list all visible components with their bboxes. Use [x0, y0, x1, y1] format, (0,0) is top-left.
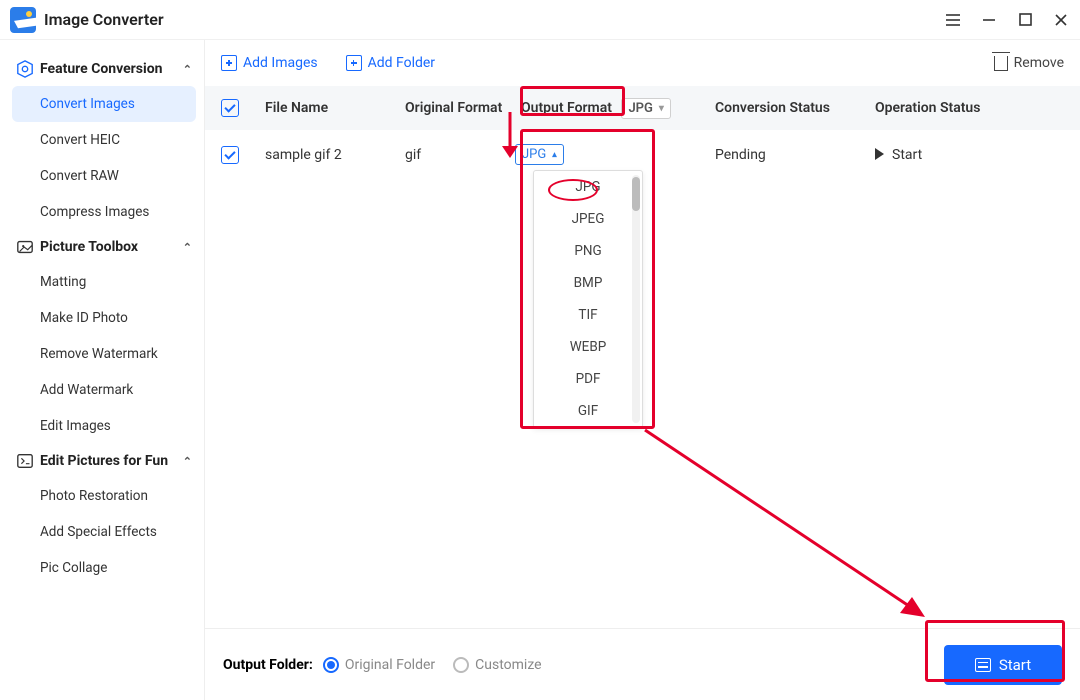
- radio-customize[interactable]: [453, 657, 469, 673]
- add-folder-button[interactable]: Add Folder: [346, 55, 435, 71]
- button-label: Start: [892, 147, 922, 163]
- sidebar-item-id-photo[interactable]: Make ID Photo: [12, 300, 196, 336]
- dropdown-option-bmp[interactable]: BMP: [534, 267, 642, 299]
- col-operation-status: Operation Status: [875, 100, 1064, 116]
- select-all-checkbox[interactable]: [221, 99, 239, 117]
- dropdown-option-png[interactable]: PNG: [534, 235, 642, 267]
- chevron-up-icon: ▾: [552, 149, 557, 160]
- button-label: Start: [999, 656, 1031, 674]
- sidebar-item-effects[interactable]: Add Special Effects: [12, 514, 196, 550]
- sidebar-group-label: Edit Pictures for Fun: [40, 453, 168, 469]
- toolbar: Add Images Add Folder Remove: [205, 40, 1080, 86]
- sidebar-item-remove-wm[interactable]: Remove Watermark: [12, 336, 196, 372]
- window-controls: [944, 11, 1070, 29]
- col-file-name: File Name: [265, 100, 405, 116]
- chevron-up-icon: ⌃: [183, 63, 192, 76]
- trash-icon: [994, 56, 1008, 71]
- add-folder-icon: [346, 55, 362, 71]
- dropdown-option-pdf[interactable]: PDF: [534, 363, 642, 395]
- chevron-down-icon: ▾: [659, 103, 664, 114]
- sidebar-item-collage[interactable]: Pic Collage: [12, 550, 196, 586]
- select-value: JPG: [628, 101, 652, 116]
- button-label: Remove: [1014, 55, 1064, 71]
- row-checkbox[interactable]: [221, 146, 239, 164]
- row-start-button[interactable]: Start: [875, 147, 922, 163]
- sidebar-item-restoration[interactable]: Photo Restoration: [12, 478, 196, 514]
- dropdown-scrollbar-track: [632, 175, 640, 423]
- sidebar-item-compress[interactable]: Compress Images: [12, 194, 196, 230]
- format-dropdown: JPG JPEG PNG BMP TIF WEBP PDF GIF: [533, 170, 643, 428]
- app-logo: [10, 7, 36, 33]
- cell-file-name: sample gif 2: [265, 147, 405, 163]
- play-icon: [875, 148, 884, 160]
- sidebar-group-label: Feature Conversion: [40, 61, 162, 77]
- toolbox-icon: [16, 238, 34, 256]
- add-images-icon: [221, 55, 237, 71]
- app-title: Image Converter: [44, 10, 164, 29]
- minimize-icon[interactable]: [980, 11, 998, 29]
- footer: Output Folder: Original Folder Customize…: [205, 628, 1080, 700]
- sidebar-item-matting[interactable]: Matting: [12, 264, 196, 300]
- feature-icon: [16, 60, 34, 78]
- dropdown-option-gif[interactable]: GIF: [534, 395, 642, 427]
- titlebar: Image Converter: [0, 0, 1080, 40]
- button-label: Add Images: [243, 55, 318, 71]
- dropdown-option-webp[interactable]: WEBP: [534, 331, 642, 363]
- start-button[interactable]: Start: [944, 645, 1062, 685]
- dropdown-option-jpg[interactable]: JPG: [534, 171, 642, 203]
- cell-status: Pending: [715, 147, 875, 163]
- button-label: Add Folder: [368, 55, 435, 71]
- radio-label: Customize: [475, 657, 541, 673]
- convert-icon: [975, 658, 991, 672]
- sidebar-group-fun[interactable]: Edit Pictures for Fun ⌃: [12, 444, 196, 478]
- col-conversion-status: Conversion Status: [715, 100, 875, 116]
- close-icon[interactable]: [1052, 11, 1070, 29]
- cell-original-format: gif: [405, 147, 515, 163]
- dropdown-scrollbar-thumb[interactable]: [632, 177, 640, 211]
- sidebar-item-convert-raw[interactable]: Convert RAW: [12, 158, 196, 194]
- maximize-icon[interactable]: [1016, 11, 1034, 29]
- sidebar-item-convert-heic[interactable]: Convert HEIC: [12, 122, 196, 158]
- col-output-format: Output Format: [515, 96, 618, 120]
- remove-button[interactable]: Remove: [994, 55, 1064, 71]
- header-format-select[interactable]: JPG ▾: [621, 98, 670, 119]
- chevron-up-icon: ⌃: [183, 455, 192, 468]
- sidebar-group-toolbox[interactable]: Picture Toolbox ⌃: [12, 230, 196, 264]
- sidebar-item-edit-images[interactable]: Edit Images: [12, 408, 196, 444]
- dropdown-option-tif[interactable]: TIF: [534, 299, 642, 331]
- col-original-format: Original Format: [405, 100, 515, 116]
- chevron-up-icon: ⌃: [183, 241, 192, 254]
- sidebar-item-convert-images[interactable]: Convert Images: [12, 86, 196, 122]
- sidebar-group-feature[interactable]: Feature Conversion ⌃: [12, 52, 196, 86]
- sidebar: Feature Conversion ⌃ Convert Images Conv…: [0, 40, 205, 700]
- fun-icon: [16, 452, 34, 470]
- radio-label: Original Folder: [345, 657, 435, 673]
- sidebar-group-label: Picture Toolbox: [40, 239, 138, 255]
- sidebar-item-add-wm[interactable]: Add Watermark: [12, 372, 196, 408]
- radio-original-folder[interactable]: [323, 657, 339, 673]
- select-value: JPG: [522, 147, 546, 162]
- table-header: File Name Original Format Output Format …: [205, 86, 1080, 130]
- output-folder-label: Output Folder:: [223, 657, 313, 673]
- menu-icon[interactable]: [944, 11, 962, 29]
- row-format-select[interactable]: JPG ▾: [515, 144, 564, 165]
- dropdown-option-jpeg[interactable]: JPEG: [534, 203, 642, 235]
- add-images-button[interactable]: Add Images: [221, 55, 318, 71]
